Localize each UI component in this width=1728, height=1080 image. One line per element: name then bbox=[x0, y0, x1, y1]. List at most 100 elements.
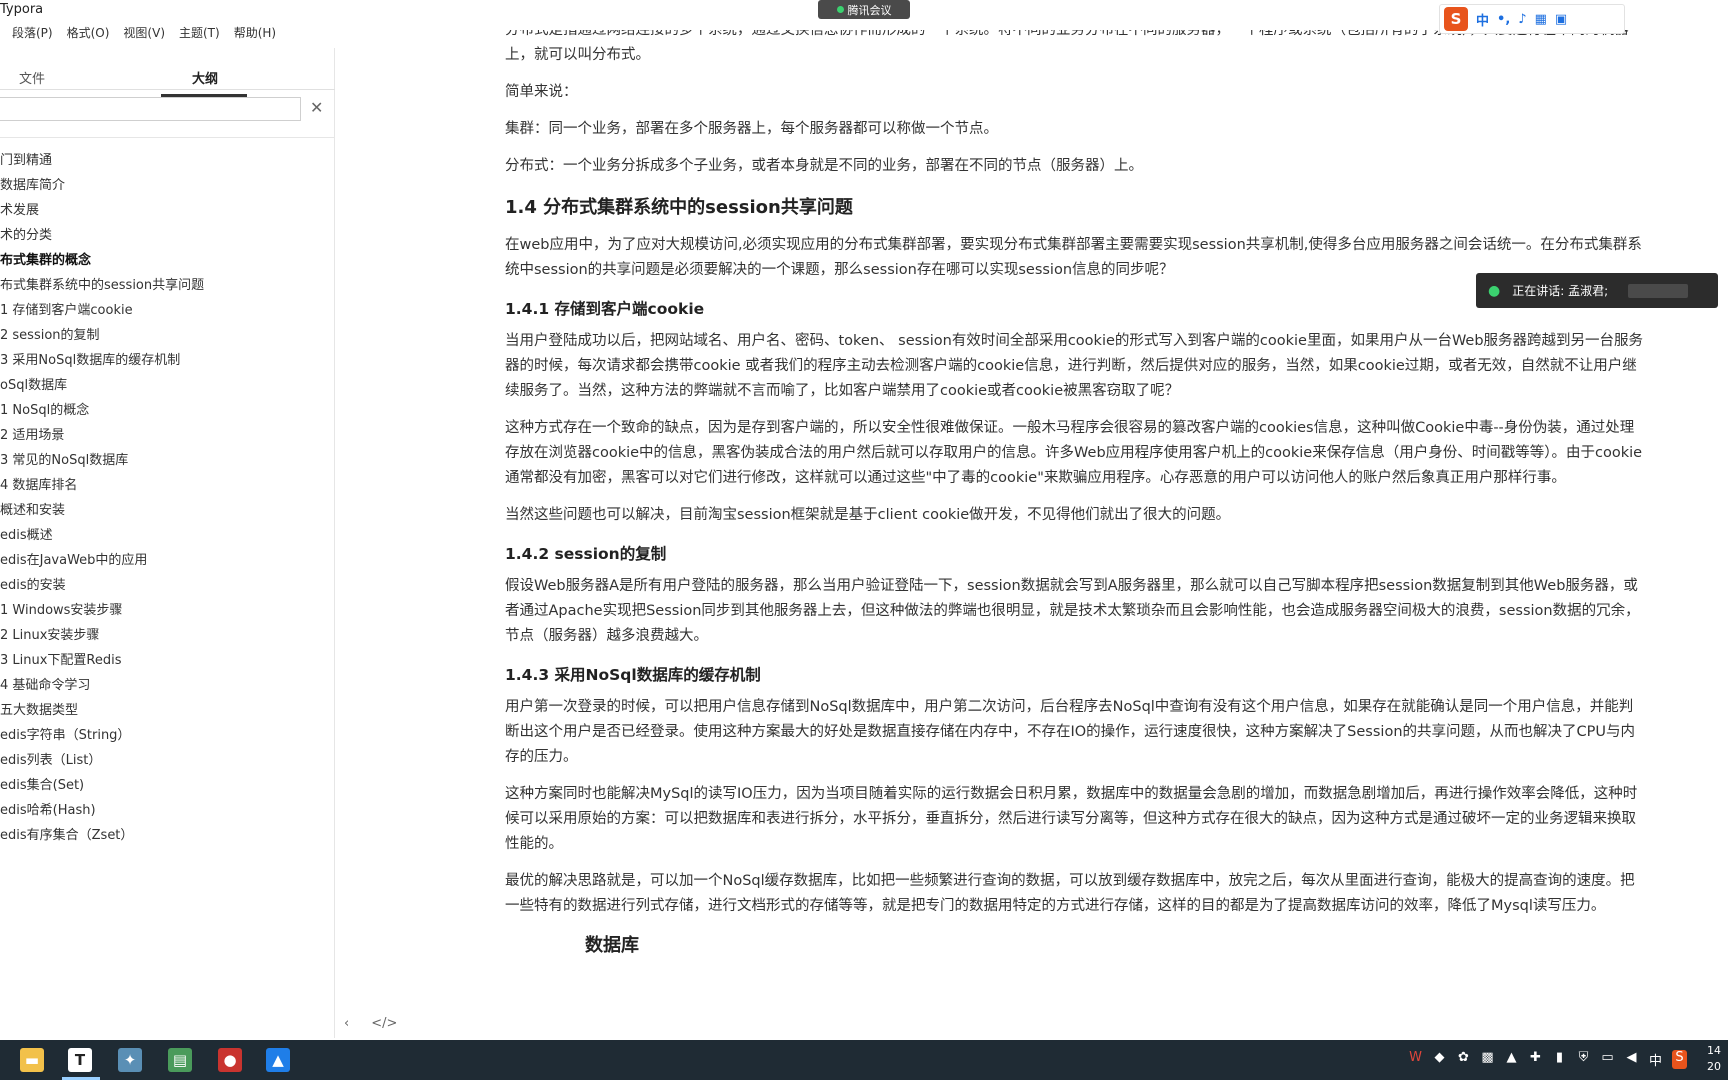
next-heading: 数据库 bbox=[585, 935, 639, 956]
system-tray: W ◆ ✿ ▩ ▲ ✚ ▮ ⛨ ▭ ◀ 中 S bbox=[1408, 1050, 1687, 1069]
meeting-indicator[interactable]: 腾讯会议 bbox=[818, 0, 910, 19]
tray-app-icon[interactable]: ✿ bbox=[1456, 1050, 1471, 1069]
outline-item[interactable]: 2 适用场景 bbox=[0, 423, 335, 448]
outline-list: 门到精通 数据库简介 术发展 术的分类 布式集群的概念 布式集群系统中的sess… bbox=[0, 148, 335, 848]
microphone-icon[interactable]: ♪ bbox=[1518, 12, 1526, 27]
outline-item[interactable]: 1 存储到客户端cookie bbox=[0, 298, 335, 323]
sidebar-tabs: 文件 大纲 bbox=[0, 58, 335, 97]
speaking-notice: ● 正在讲话: 孟淑君; bbox=[1476, 273, 1718, 308]
outline-item[interactable]: 术的分类 bbox=[0, 223, 335, 248]
tab-outline[interactable]: 大纲 bbox=[192, 68, 218, 87]
outline-item[interactable]: 3 采用NoSql数据库的缓存机制 bbox=[0, 348, 335, 373]
paragraph: 简单来说： bbox=[505, 84, 578, 100]
tray-app-icon[interactable]: ▮ bbox=[1552, 1050, 1567, 1069]
volume-icon[interactable]: ◀ bbox=[1624, 1050, 1639, 1069]
outline-item[interactable]: 3 Linux下配置Redis bbox=[0, 648, 335, 673]
notes-app-icon[interactable]: ▤ bbox=[168, 1048, 192, 1072]
outline-item[interactable]: edis有序集合（Zset） bbox=[0, 823, 335, 848]
grid-icon[interactable]: ▣ bbox=[1555, 12, 1567, 27]
outline-item[interactable]: edis列表（List） bbox=[0, 748, 335, 773]
paragraph: 最优的解决思路就是，可以加一个NoSql缓存数据库，比如把一些频繁进行查询的数据… bbox=[505, 873, 1635, 914]
paragraph: 在web应用中，为了应对大规模访问,必须实现应用的分布式集群部署，要实现分布式集… bbox=[505, 237, 1642, 278]
paragraph: 当用户登陆成功以后，把网站域名、用户名、密码、token、 session有效时… bbox=[505, 333, 1644, 399]
paragraph: 当然这些问题也可以解决，目前淘宝session框架就是基于client cook… bbox=[505, 507, 1231, 523]
paragraph: 用户第一次登录的时候，可以把用户信息存储到NoSql数据库中，用户第二次访问，后… bbox=[505, 699, 1635, 765]
app-title: Typora bbox=[0, 2, 44, 17]
outline-item-active[interactable]: 布式集群的概念 bbox=[0, 248, 335, 273]
ime-toolbar[interactable]: S 中 •, ♪ ▦ ▣ bbox=[1439, 4, 1625, 34]
keyboard-icon[interactable]: ▦ bbox=[1535, 12, 1547, 27]
outline-item[interactable]: edis概述 bbox=[0, 523, 335, 548]
paragraph: 分布式：一个业务分拆成多个子业务，或者本身就是不同的业务，部署在不同的节点（服务… bbox=[505, 158, 1143, 174]
outline-item[interactable]: 布式集群系统中的session共享问题 bbox=[0, 273, 335, 298]
sidebar-footer: ‹ </> bbox=[344, 1016, 397, 1031]
divider bbox=[0, 137, 335, 138]
outline-search-input[interactable] bbox=[0, 97, 301, 121]
outline-item[interactable]: 4 基础命令学习 bbox=[0, 673, 335, 698]
outline-item[interactable]: 2 Linux安装步骤 bbox=[0, 623, 335, 648]
avatar bbox=[1628, 283, 1689, 298]
wps-icon[interactable]: W bbox=[1408, 1050, 1423, 1069]
outline-item[interactable]: 数据库简介 bbox=[0, 173, 335, 198]
bird-app-icon[interactable]: ✦ bbox=[118, 1048, 142, 1072]
sogou-tray-icon[interactable]: S bbox=[1672, 1050, 1687, 1069]
shield-icon[interactable]: ⛨ bbox=[1576, 1050, 1591, 1069]
microphone-icon: ● bbox=[1488, 282, 1501, 299]
status-dot-icon bbox=[836, 6, 844, 13]
meeting-label: 腾讯会议 bbox=[847, 3, 892, 17]
menu-format[interactable]: 格式(O) bbox=[67, 24, 110, 41]
outline-item[interactable]: edis在JavaWeb中的应用 bbox=[0, 548, 335, 573]
menu-help[interactable]: 帮助(H) bbox=[234, 24, 276, 41]
menu-view[interactable]: 视图(V) bbox=[123, 24, 165, 41]
outline-item[interactable]: 概述和安装 bbox=[0, 498, 335, 523]
tray-app-icon[interactable]: ✚ bbox=[1528, 1050, 1543, 1069]
tray-app-icon[interactable]: ◆ bbox=[1432, 1050, 1447, 1069]
divider bbox=[0, 89, 335, 90]
clock-time: 14 bbox=[1707, 1044, 1721, 1057]
outline-item[interactable]: 门到精通 bbox=[0, 148, 335, 173]
heading-1-4-3: 1.4.3 采用NoSql数据库的缓存机制 bbox=[505, 666, 761, 684]
outline-item[interactable]: oSql数据库 bbox=[0, 373, 335, 398]
outline-item[interactable]: 1 Windows安装步骤 bbox=[0, 598, 335, 623]
paragraph: 集群：同一个业务，部署在多个服务器上，每个服务器都可以称做一个节点。 bbox=[505, 121, 998, 137]
file-explorer-icon[interactable]: ▬ bbox=[20, 1048, 44, 1072]
outline-item[interactable]: 术发展 bbox=[0, 198, 335, 223]
outline-item[interactable]: 3 常见的NoSql数据库 bbox=[0, 448, 335, 473]
outline-item[interactable]: 2 session的复制 bbox=[0, 323, 335, 348]
heading-1-4: 1.4 分布式集群系统中的session共享问题 bbox=[505, 197, 853, 218]
paragraph: 这种方式存在一个致命的缺点，因为是存到客户端的，所以安全性很难做保证。一般木马程… bbox=[505, 420, 1643, 486]
punctuation-icon[interactable]: •, bbox=[1497, 12, 1510, 27]
sidebar: 文件 大纲 ✕ 门到精通 数据库简介 术发展 术的分类 布式集群的概念 布式集群… bbox=[0, 48, 335, 1038]
menu-paragraph[interactable]: 段落(P) bbox=[12, 24, 53, 41]
sogou-logo-icon[interactable]: S bbox=[1444, 7, 1468, 31]
editor-content[interactable]: 分布式是指通过网络连接的多个系统，通过交换信息协作而形成的一个系统。将不同的业务… bbox=[505, 30, 1645, 1040]
clock-date: 20 bbox=[1707, 1060, 1721, 1073]
ime-mode[interactable]: 中 bbox=[1476, 10, 1489, 29]
outline-item[interactable]: 4 数据库排名 bbox=[0, 473, 335, 498]
network-icon[interactable]: ▭ bbox=[1600, 1050, 1615, 1069]
close-icon[interactable]: ✕ bbox=[310, 98, 323, 117]
typora-icon[interactable]: T bbox=[68, 1048, 92, 1072]
clock[interactable]: 14 20 bbox=[1707, 1043, 1721, 1075]
outline-item[interactable]: edis的安装 bbox=[0, 573, 335, 598]
outline-item[interactable]: 1 NoSql的概念 bbox=[0, 398, 335, 423]
paragraph: 这种方案同时也能解决MySql的读写IO压力，因为当项目随着实际的运行数据会日积… bbox=[505, 786, 1638, 852]
speaking-label: 正在讲话: 孟淑君; bbox=[1512, 284, 1609, 298]
back-icon[interactable]: ‹ bbox=[344, 1016, 349, 1031]
menu-theme[interactable]: 主题(T) bbox=[179, 24, 220, 41]
browser-icon[interactable]: ● bbox=[218, 1048, 242, 1072]
outline-item[interactable]: edis集合(Set) bbox=[0, 773, 335, 798]
paragraph: 假设Web服务器A是所有用户登陆的服务器，那么当用户验证登陆一下，session… bbox=[505, 578, 1640, 644]
tab-files[interactable]: 文件 bbox=[19, 68, 45, 87]
input-method-indicator[interactable]: 中 bbox=[1648, 1050, 1663, 1069]
outline-item[interactable]: 五大数据类型 bbox=[0, 698, 335, 723]
heading-1-4-2: 1.4.2 session的复制 bbox=[505, 545, 667, 563]
taskbar: ▬ T ✦ ▤ ● ▲ W ◆ ✿ ▩ ▲ ✚ ▮ ⛨ ▭ ◀ 中 S 14 2… bbox=[0, 1040, 1728, 1080]
source-code-icon[interactable]: </> bbox=[371, 1016, 397, 1031]
outline-item[interactable]: edis字符串（String） bbox=[0, 723, 335, 748]
paragraph: 分布式是指通过网络连接的多个系统，通过交换信息协作而形成的一个系统。将不同的业务… bbox=[505, 30, 1629, 63]
outline-item[interactable]: edis哈希(Hash) bbox=[0, 798, 335, 823]
meeting-app-icon[interactable]: ▲ bbox=[266, 1048, 290, 1072]
tray-app-icon[interactable]: ▲ bbox=[1504, 1050, 1519, 1069]
tray-app-icon[interactable]: ▩ bbox=[1480, 1050, 1495, 1069]
